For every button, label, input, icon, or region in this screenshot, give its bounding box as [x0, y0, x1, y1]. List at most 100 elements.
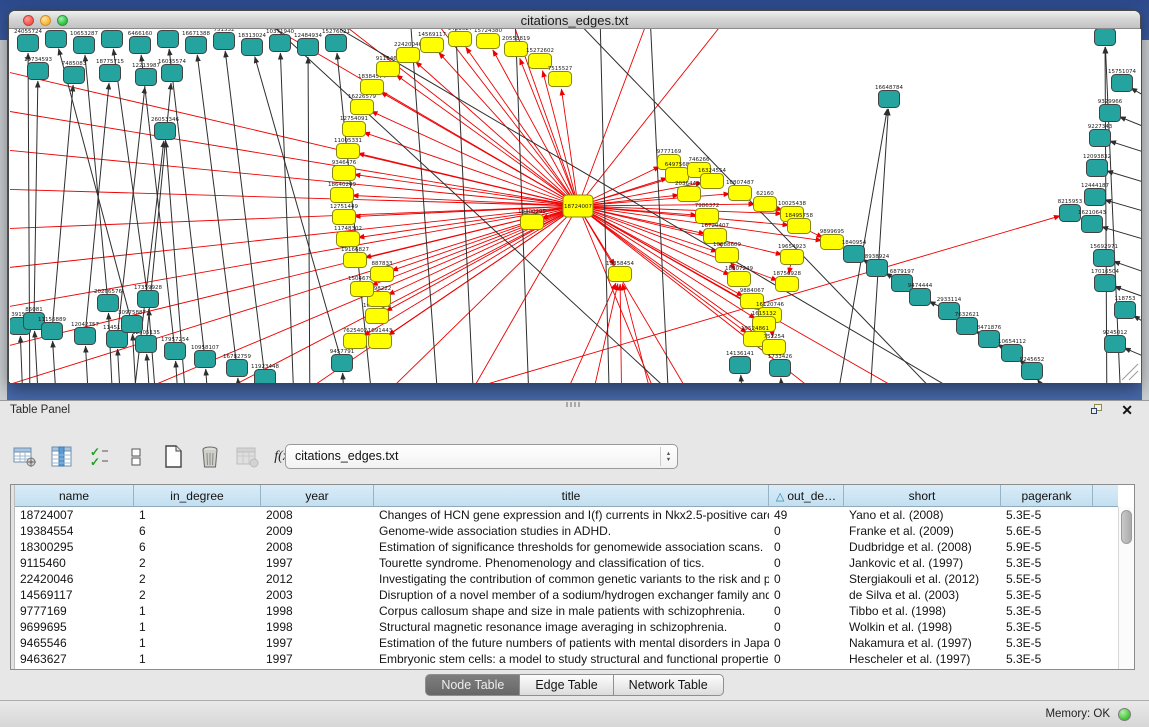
- graph-node[interactable]: [136, 336, 157, 353]
- graph-node[interactable]: [1095, 275, 1116, 292]
- graph-node[interactable]: [136, 69, 157, 86]
- graph-node[interactable]: [333, 166, 356, 181]
- graph-node[interactable]: [879, 91, 900, 108]
- graph-node[interactable]: [98, 295, 119, 312]
- column-header-short[interactable]: short: [844, 485, 1001, 507]
- graph-node[interactable]: [369, 334, 392, 349]
- table-row[interactable]: 946554611997Estimation of the future num…: [15, 635, 1118, 651]
- graph-node[interactable]: [333, 210, 356, 225]
- graph-node[interactable]: [122, 316, 143, 333]
- graph-node[interactable]: [298, 39, 319, 56]
- graph-node[interactable]: [421, 38, 444, 53]
- vertical-scrollbar[interactable]: [1118, 507, 1134, 669]
- graph-node[interactable]: [371, 267, 394, 282]
- graph-node[interactable]: [331, 188, 354, 203]
- graph-node[interactable]: [158, 31, 179, 48]
- resize-corner-grip[interactable]: [1122, 364, 1138, 380]
- graph-node[interactable]: [155, 123, 176, 140]
- column-header-in_degree[interactable]: in_degree: [134, 485, 261, 507]
- graph-node[interactable]: [138, 291, 159, 308]
- graph-node[interactable]: [730, 357, 751, 374]
- graph-node[interactable]: [549, 72, 572, 87]
- graph-node[interactable]: [361, 80, 384, 95]
- window-title-bar[interactable]: citations_edges.txt: [9, 11, 1140, 29]
- graph-node[interactable]: [716, 248, 739, 263]
- graph-node[interactable]: [979, 331, 1000, 348]
- graph-node[interactable]: [1022, 363, 1043, 380]
- column-header-out_de[interactable]: △out_de…: [769, 485, 844, 507]
- graph-node[interactable]: [366, 309, 389, 324]
- graph-node[interactable]: [344, 334, 367, 349]
- graph-node[interactable]: [1090, 130, 1111, 147]
- graph-node[interactable]: [326, 35, 347, 52]
- graph-node[interactable]: [754, 197, 777, 212]
- graph-node[interactable]: [255, 370, 276, 384]
- graph-node[interactable]: [351, 282, 374, 297]
- graph-node[interactable]: [776, 277, 799, 292]
- scrollbar-thumb[interactable]: [1121, 510, 1132, 544]
- create-column-button[interactable]: [160, 444, 186, 470]
- memory-ok-indicator[interactable]: [1118, 708, 1131, 721]
- graph-node[interactable]: [910, 289, 931, 306]
- graph-node[interactable]: [696, 209, 719, 224]
- graph-node[interactable]: [337, 144, 360, 159]
- graph-node[interactable]: [449, 32, 472, 47]
- tab-node-table[interactable]: Node Table: [425, 674, 520, 696]
- graph-node[interactable]: [477, 34, 500, 49]
- column-header-year[interactable]: year: [261, 485, 374, 507]
- graph-node[interactable]: [100, 65, 121, 82]
- graph-node[interactable]: [344, 253, 367, 268]
- graph-node[interactable]: [1115, 302, 1136, 319]
- graph-node[interactable]: [332, 355, 353, 372]
- graph-node[interactable]: [195, 351, 216, 368]
- graph-node[interactable]: [1082, 216, 1103, 233]
- graph-node[interactable]: [763, 340, 786, 355]
- graph-node[interactable]: [397, 48, 420, 63]
- table-row[interactable]: 969969511998Structural magnetic resonanc…: [15, 619, 1118, 635]
- select-all-button[interactable]: ✓ ✓: [86, 444, 112, 470]
- graph-node[interactable]: [728, 272, 751, 287]
- graph-node[interactable]: [162, 65, 183, 82]
- graph-node[interactable]: [788, 219, 811, 234]
- graph-node[interactable]: [781, 250, 804, 265]
- graph-node[interactable]: [270, 35, 291, 52]
- column-header-pagerank[interactable]: pagerank: [1001, 485, 1093, 507]
- graph-node[interactable]: [821, 235, 844, 250]
- tab-edge-table[interactable]: Edge Table: [519, 674, 613, 696]
- graph-node[interactable]: [1085, 189, 1106, 206]
- graph-node[interactable]: [227, 360, 248, 377]
- graph-node[interactable]: [1087, 160, 1108, 177]
- graph-node[interactable]: [214, 33, 235, 50]
- graph-node[interactable]: [107, 331, 128, 348]
- graph-node[interactable]: [75, 328, 96, 345]
- graph-node[interactable]: [701, 174, 724, 189]
- graph-node[interactable]: [1094, 250, 1115, 267]
- column-header-title[interactable]: title: [374, 485, 769, 507]
- graph-node[interactable]: [28, 63, 49, 80]
- table-row[interactable]: 1938455462009Genome-wide association stu…: [15, 523, 1118, 539]
- tab-network-table[interactable]: Network Table: [613, 674, 724, 696]
- table-selector-dropdown[interactable]: citations_edges.txt ▲▼: [285, 444, 678, 469]
- graph-node[interactable]: [1100, 105, 1121, 122]
- graph-node[interactable]: [351, 100, 374, 115]
- graph-node[interactable]: [165, 343, 186, 360]
- graph-node[interactable]: [844, 246, 865, 263]
- graph-node[interactable]: [130, 37, 151, 54]
- graph-node[interactable]: [64, 67, 85, 84]
- graph-node[interactable]: [377, 62, 400, 77]
- graph-node[interactable]: [867, 260, 888, 277]
- graph-node[interactable]: [505, 42, 528, 57]
- network-canvas[interactable]: 1872400797771696497568746266203644361632…: [10, 29, 1141, 383]
- close-panel-button[interactable]: ✕: [1121, 401, 1133, 419]
- table-row[interactable]: 911546021997Tourette syndrome. Phenomeno…: [15, 555, 1118, 571]
- network-graph[interactable]: 1872400797771696497568746266203644361632…: [10, 29, 1141, 383]
- graph-node[interactable]: [343, 122, 366, 137]
- graph-node[interactable]: [678, 187, 701, 202]
- delete-column-button[interactable]: [197, 444, 223, 470]
- graph-node[interactable]: [1095, 29, 1116, 46]
- float-panel-button[interactable]: [1091, 404, 1105, 416]
- table-row[interactable]: 946362711997Embryonic stem cells: a mode…: [15, 651, 1118, 667]
- column-header-name[interactable]: name: [15, 485, 134, 507]
- delete-table-button-disabled[interactable]: [234, 444, 260, 470]
- table-mode-button[interactable]: [12, 444, 38, 470]
